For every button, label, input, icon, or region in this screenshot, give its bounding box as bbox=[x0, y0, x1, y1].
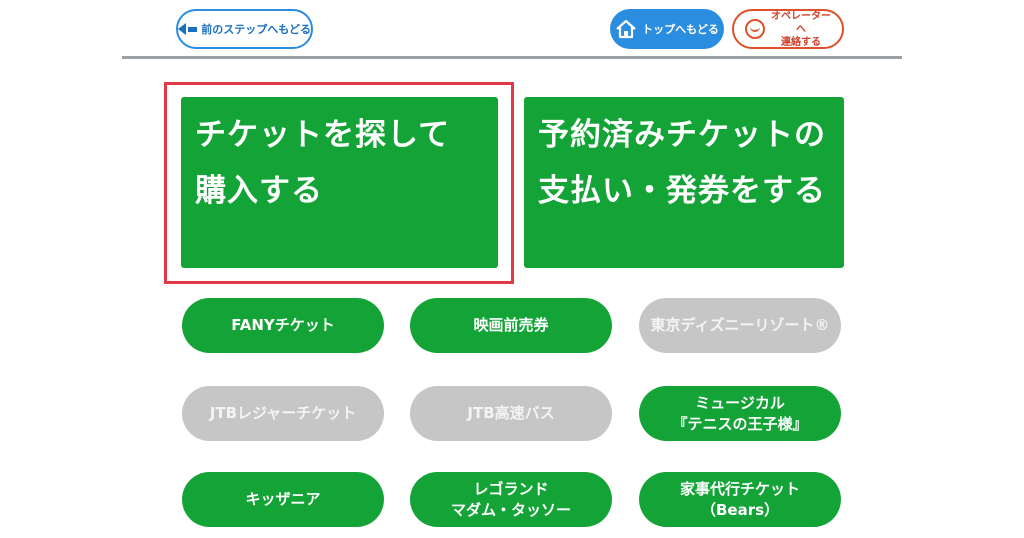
fany-ticket-label: FANYチケット bbox=[231, 316, 335, 334]
buy-ticket-line2: 購入する bbox=[195, 173, 323, 209]
movie-advance-ticket-button[interactable]: 映画前売券 bbox=[410, 298, 612, 353]
pay-reserved-ticket-button[interactable]: 予約済みチケットの 支払い・発券をする bbox=[524, 97, 844, 268]
housekeeping-label-line2: （Bears） bbox=[700, 500, 780, 519]
fany-ticket-button[interactable]: FANYチケット bbox=[182, 298, 384, 353]
tokyo-disney-resort-label: 東京ディズニーリゾート® bbox=[650, 316, 830, 334]
buy-ticket-line1: チケットを探して bbox=[195, 117, 451, 153]
kidzania-button[interactable]: キッザニア bbox=[182, 472, 384, 527]
housekeeping-ticket-button[interactable]: 家事代行チケット （Bears） bbox=[639, 472, 841, 527]
kidzania-label: キッザニア bbox=[245, 490, 321, 508]
legoland-madame-tussauds-button[interactable]: レゴランド マダム・タッソー bbox=[410, 472, 612, 527]
top-button[interactable]: トップへもどる bbox=[610, 9, 724, 49]
musical-label-line2: 『テニスの王子様』 bbox=[672, 414, 808, 433]
back-button[interactable]: 前のステップへもどる bbox=[176, 9, 313, 49]
musical-prince-of-tennis-button[interactable]: ミュージカル 『テニスの王子様』 bbox=[639, 386, 841, 441]
header-divider bbox=[122, 56, 902, 59]
back-button-label: 前のステップへもどる bbox=[201, 23, 311, 36]
jtb-highway-bus-button: JTB高速バス bbox=[410, 386, 612, 441]
operator-icon bbox=[745, 19, 765, 39]
operator-label-line1: オペレーターへ bbox=[771, 10, 831, 35]
legoland-label-line1: レゴランド bbox=[473, 479, 549, 498]
musical-label-line1: ミュージカル bbox=[695, 393, 785, 412]
jtb-highway-bus-label: JTB高速バス bbox=[467, 404, 555, 422]
tokyo-disney-resort-button: 東京ディズニーリゾート® bbox=[639, 298, 841, 353]
arrow-left-icon bbox=[178, 23, 186, 35]
operator-label-line2: 連絡する bbox=[781, 36, 821, 48]
operator-button-label: オペレーターへ 連絡する bbox=[771, 10, 831, 49]
pay-reserved-line1: 予約済みチケットの bbox=[538, 117, 826, 153]
jtb-leisure-ticket-label: JTBレジャーチケット bbox=[209, 404, 357, 422]
arrow-left-icon-tail bbox=[188, 26, 198, 32]
housekeeping-label-line1: 家事代行チケット bbox=[679, 479, 800, 498]
legoland-label-line2: マダム・タッソー bbox=[450, 500, 571, 519]
top-button-label: トップへもどる bbox=[642, 23, 719, 36]
jtb-leisure-ticket-button: JTBレジャーチケット bbox=[182, 386, 384, 441]
operator-button[interactable]: オペレーターへ 連絡する bbox=[732, 9, 844, 49]
home-icon bbox=[616, 19, 636, 39]
movie-advance-ticket-label: 映画前売券 bbox=[473, 316, 549, 334]
pay-reserved-line2: 支払い・発券をする bbox=[538, 173, 826, 209]
buy-ticket-button[interactable]: チケットを探して 購入する bbox=[181, 97, 498, 268]
